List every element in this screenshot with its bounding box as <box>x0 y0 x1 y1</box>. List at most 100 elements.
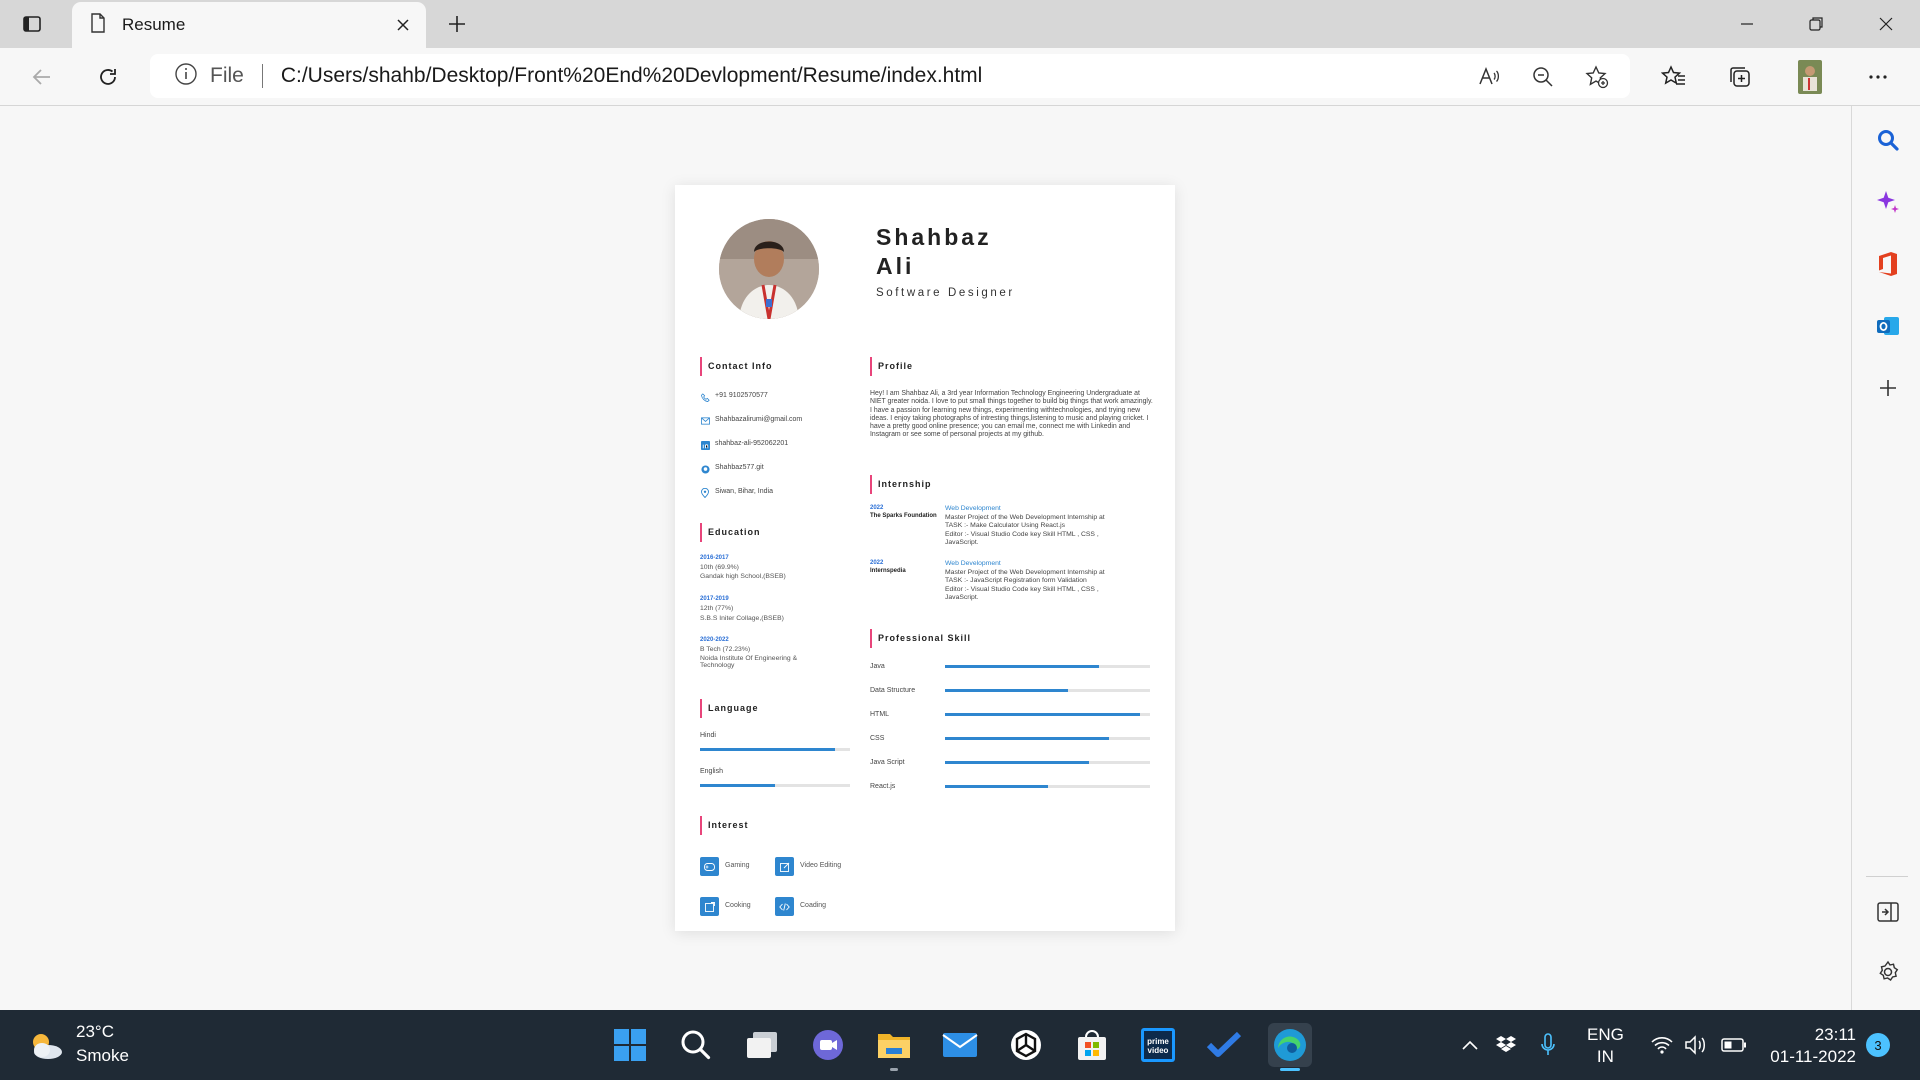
edu-school: Gandak high School,(BSEB) <box>700 573 786 580</box>
edge-sidebar <box>1851 106 1920 1010</box>
svg-text:video: video <box>1148 1046 1169 1055</box>
read-aloud-icon[interactable] <box>1476 64 1502 90</box>
education-heading: Education <box>700 523 761 542</box>
address-bar: File C:/Users/shahb/Desktop/Front%20End%… <box>0 48 1920 106</box>
language-code: ENG <box>1587 1025 1624 1044</box>
skill-name: CSS <box>870 735 885 742</box>
zoom-out-icon[interactable] <box>1530 64 1556 90</box>
microphone-icon[interactable] <box>1534 1010 1562 1080</box>
info-icon[interactable] <box>174 62 198 91</box>
volume-icon[interactable] <box>1682 1010 1710 1080</box>
weather-temperature[interactable]: 23°C <box>76 1022 114 1042</box>
interest-label: Cooking <box>725 902 751 909</box>
tab-actions-icon[interactable] <box>20 12 44 36</box>
collections-icon[interactable] <box>1726 63 1754 91</box>
back-icon[interactable] <box>28 63 56 91</box>
new-tab-button[interactable] <box>444 11 470 37</box>
battery-icon[interactable] <box>1718 1010 1750 1080</box>
skill-bar-fill <box>945 761 1089 764</box>
mail-icon[interactable] <box>938 1023 982 1067</box>
internship-role: Web Development <box>945 505 1001 512</box>
add-sidebar-app-icon[interactable] <box>1874 374 1902 402</box>
sparkle-icon[interactable] <box>1874 188 1902 216</box>
wifi-icon[interactable] <box>1648 1010 1676 1080</box>
profile-avatar[interactable] <box>1795 60 1825 94</box>
restore-button[interactable] <box>1804 12 1828 36</box>
coding-icon <box>775 897 794 916</box>
github-icon <box>700 464 710 474</box>
search-icon[interactable] <box>1874 126 1902 154</box>
todo-icon[interactable] <box>1202 1023 1246 1067</box>
skill-name: Java Script <box>870 759 905 766</box>
weather-icon[interactable] <box>26 1028 66 1067</box>
internship-desc-line: Master Project of the Web Development In… <box>945 514 1105 521</box>
linkedin-icon <box>700 440 710 450</box>
interest-heading: Interest <box>700 816 749 835</box>
active-app-indicator <box>1280 1068 1300 1071</box>
file-explorer-icon[interactable] <box>872 1023 916 1067</box>
skill-bar-fill <box>945 689 1068 692</box>
edu-degree: B Tech (72.23%) <box>700 646 751 653</box>
input-language[interactable]: ENG IN <box>1587 1024 1624 1068</box>
url-box[interactable]: File C:/Users/shahb/Desktop/Front%20End%… <box>150 54 1630 98</box>
edu-school-cont: Technology <box>700 662 735 669</box>
chatgpt-app-icon[interactable] <box>1004 1023 1048 1067</box>
dropbox-icon[interactable] <box>1492 1010 1520 1080</box>
notification-badge[interactable]: 3 <box>1866 1033 1890 1057</box>
page-icon <box>90 12 106 38</box>
favorites-icon[interactable] <box>1660 63 1688 91</box>
outlook-icon[interactable] <box>1874 312 1902 340</box>
resume-name: Shahbaz Ali <box>876 223 992 281</box>
weather-condition[interactable]: Smoke <box>76 1046 129 1066</box>
last-name: Ali <box>876 253 915 279</box>
internship-desc: Master Project of the Web Development In… <box>945 569 1150 602</box>
close-window-button[interactable] <box>1874 12 1898 36</box>
url-divider <box>261 64 263 88</box>
interest-label: Gaming <box>725 862 750 869</box>
url-scheme-label: File <box>210 64 244 87</box>
refresh-icon[interactable] <box>94 63 122 91</box>
tab-resume[interactable]: Resume <box>72 2 426 48</box>
chevron-up-icon[interactable] <box>1456 1010 1484 1080</box>
internship-desc-line: JavaScript. <box>945 538 979 546</box>
profile-text: Hey! I am Shahbaz Ali, a 3rd year Inform… <box>870 390 1153 439</box>
contact-email: Shahbazalirumi@gmail.com <box>715 416 803 423</box>
skill-bar <box>945 785 1150 788</box>
email-icon <box>700 416 710 426</box>
settings-gear-icon[interactable] <box>1874 958 1902 986</box>
search-taskbar-icon[interactable] <box>674 1023 718 1067</box>
skill-name: Data Structure <box>870 687 916 694</box>
clock-time: 23:11 <box>1814 1025 1856 1044</box>
skill-bar <box>945 689 1150 692</box>
microsoft-store-icon[interactable] <box>1070 1023 1114 1067</box>
contact-location: Siwan, Bihar, India <box>715 488 773 495</box>
more-options-icon[interactable] <box>1864 63 1892 91</box>
location-pin-icon <box>700 488 710 498</box>
close-tab-icon[interactable] <box>392 14 414 36</box>
skill-bar-fill <box>945 737 1109 740</box>
clock[interactable]: 23:11 01-11-2022 <box>1770 1024 1856 1068</box>
office-icon[interactable] <box>1874 250 1902 278</box>
skill-bar-fill <box>945 665 1099 668</box>
skill-bar-fill <box>945 785 1048 788</box>
skill-name: React.js <box>870 783 896 790</box>
teams-chat-icon[interactable] <box>806 1023 850 1067</box>
tab-title: Resume <box>122 15 186 34</box>
internship-desc: Master Project of the Web Development In… <box>945 514 1150 547</box>
add-favorite-icon[interactable] <box>1584 64 1610 90</box>
task-view-icon[interactable] <box>740 1023 784 1067</box>
phone-icon <box>700 392 710 402</box>
url-text[interactable]: C:/Users/shahb/Desktop/Front%20End%20Dev… <box>281 64 983 88</box>
minimize-button[interactable] <box>1735 12 1759 36</box>
resume-role: Software Designer <box>876 287 1015 299</box>
prime-video-icon[interactable]: prime video <box>1136 1023 1180 1067</box>
clock-date: 01-11-2022 <box>1770 1047 1856 1066</box>
language-bar-fill <box>700 784 775 787</box>
language-heading: Language <box>700 699 759 718</box>
interest-label: Coading <box>800 902 827 909</box>
edu-degree: 10th (69.9%) <box>700 564 739 571</box>
start-windows-icon[interactable] <box>608 1023 652 1067</box>
hide-sidebar-icon[interactable] <box>1874 898 1902 926</box>
internship-desc-line: Master Project of the Web Development In… <box>945 569 1105 576</box>
edge-browser-icon[interactable] <box>1268 1023 1312 1067</box>
